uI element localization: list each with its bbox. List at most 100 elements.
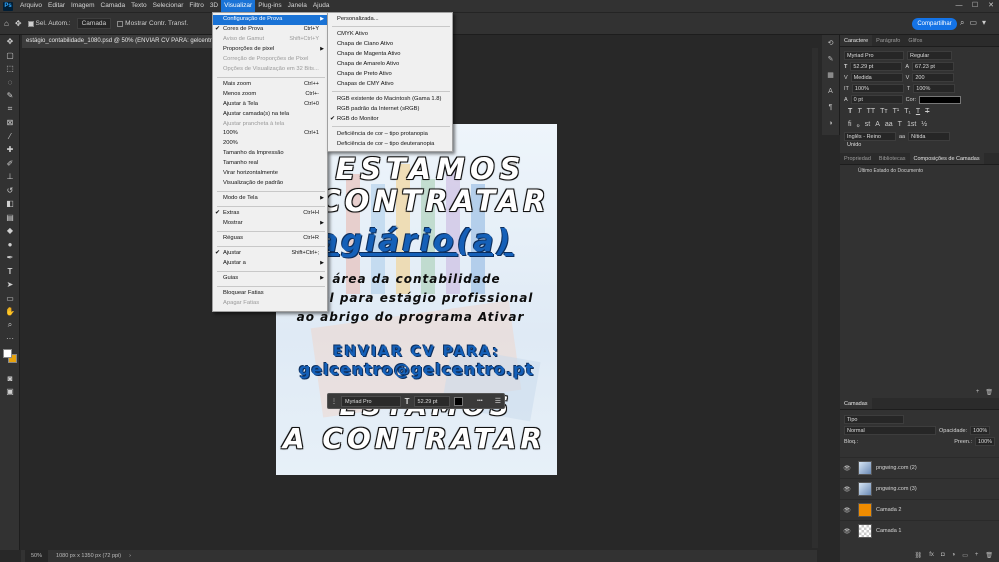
- menu-ajuda[interactable]: Ajuda: [310, 0, 333, 12]
- layer-row[interactable]: 👁 pngwing.com (2): [840, 457, 999, 478]
- crop-tool-icon[interactable]: ⌗: [0, 103, 20, 117]
- proof-submenu-item[interactable]: Chapas de CMY Ativo: [328, 79, 452, 89]
- tab-libraries[interactable]: Bibliotecas: [875, 153, 910, 164]
- dodge-tool-icon[interactable]: ●: [0, 238, 20, 252]
- fraction-half-icon[interactable]: ½: [921, 121, 927, 128]
- group-icon[interactable]: ▭: [962, 552, 968, 559]
- fractions-icon[interactable]: 1st: [907, 121, 916, 128]
- menu-janela[interactable]: Janela: [285, 0, 310, 12]
- minimize-icon[interactable]: —: [951, 0, 967, 12]
- view-menu-item[interactable]: 100% Ctrl+1: [213, 129, 327, 139]
- delete-comp-icon[interactable]: 🗑: [985, 389, 993, 398]
- view-menu-item[interactable]: Mostrar ▶: [213, 219, 327, 229]
- more-tools-icon[interactable]: ···: [0, 332, 20, 346]
- properties-icon[interactable]: ☰: [495, 397, 501, 405]
- zoom-level[interactable]: 50%: [25, 550, 49, 562]
- menu-imagem[interactable]: Imagem: [68, 0, 97, 12]
- swatches-icon[interactable]: ▦: [822, 67, 839, 83]
- history-icon[interactable]: ⟲: [822, 35, 839, 51]
- new-layer-icon[interactable]: +: [975, 552, 979, 558]
- vertical-scale-field[interactable]: 100%: [851, 84, 904, 93]
- blur-tool-icon[interactable]: ◆: [0, 224, 20, 238]
- move-tool-icon[interactable]: ✥: [0, 35, 20, 49]
- document-info[interactable]: 1080 px x 1350 px (72 ppi): [56, 550, 121, 562]
- font-size-field[interactable]: 52.29 pt: [850, 62, 903, 71]
- view-menu-item[interactable]: Réguas Ctrl+R: [213, 234, 327, 244]
- view-menu-item[interactable]: Ajustar à Tela Ctrl+0: [213, 100, 327, 110]
- proof-submenu-item[interactable]: Personalizada...: [328, 14, 452, 24]
- mask-icon[interactable]: ◘: [941, 552, 945, 558]
- adjustments-icon[interactable]: ◑: [822, 115, 839, 131]
- layer-row[interactable]: 👁 pngwing.com (3): [840, 478, 999, 499]
- marquee-tool-icon[interactable]: ⬚: [0, 62, 20, 76]
- view-menu-item[interactable]: Mais zoom Ctrl++: [213, 80, 327, 90]
- adjustment-layer-icon[interactable]: ◑: [952, 552, 956, 558]
- vertical-scrollbar[interactable]: [812, 48, 818, 548]
- menu-filtro[interactable]: Filtro: [186, 0, 206, 12]
- link-layers-icon[interactable]: ⛓: [915, 552, 923, 559]
- search-icon[interactable]: ⌕: [960, 18, 964, 28]
- auto-select-checkbox[interactable]: Sel. Autom.:: [27, 20, 71, 27]
- view-menu-item[interactable]: Extras ✔ Ctrl+H: [213, 209, 327, 219]
- font-family-field[interactable]: Myriad Pro: [844, 51, 904, 60]
- layer-row[interactable]: 👁 Camada 2: [840, 499, 999, 520]
- delete-layer-icon[interactable]: 🗑: [985, 552, 993, 559]
- swash-icon[interactable]: st: [865, 121, 870, 128]
- menu-plug-ins[interactable]: Plug-ins: [255, 0, 284, 12]
- small-caps-icon[interactable]: Tт: [880, 108, 887, 115]
- eraser-tool-icon[interactable]: ◧: [0, 197, 20, 211]
- language-field[interactable]: Inglês - Reino Unido: [844, 132, 896, 148]
- clone-stamp-icon[interactable]: ⊥: [0, 170, 20, 184]
- close-icon[interactable]: ✕: [983, 0, 999, 12]
- view-menu-item[interactable]: Bloquear Fatias: [213, 289, 327, 299]
- layer-comp-item[interactable]: Último Estado do Documento: [840, 165, 999, 177]
- tab-character[interactable]: Caractere: [840, 35, 873, 46]
- tab-properties[interactable]: Propriedad: [840, 153, 875, 164]
- zoom-tool-icon[interactable]: ⌕: [0, 319, 20, 333]
- drag-handle-icon[interactable]: ⋮: [331, 398, 337, 405]
- brush-tool-icon[interactable]: ✐: [0, 157, 20, 171]
- view-menu-item[interactable]: 200%: [213, 139, 327, 149]
- visibility-eye-icon[interactable]: 👁: [840, 528, 854, 535]
- move-tool-icon[interactable]: ✥: [15, 19, 22, 28]
- blend-mode-select[interactable]: Normal: [844, 426, 936, 435]
- leading-field[interactable]: 67.23 pt: [912, 62, 955, 71]
- ligature-icon[interactable]: fi: [848, 121, 852, 128]
- eyedropper-tool-icon[interactable]: ⁄: [0, 130, 20, 144]
- layer-kind-filter[interactable]: Tipo: [844, 415, 904, 424]
- fill-field[interactable]: 100%: [975, 437, 995, 446]
- paragraph-icon[interactable]: ¶: [822, 99, 839, 115]
- tab-glyphs[interactable]: Glifos: [904, 35, 926, 46]
- rectangle-tool-icon[interactable]: ▭: [0, 292, 20, 306]
- fx-icon[interactable]: fx: [929, 552, 934, 558]
- status-expand-icon[interactable]: ›: [129, 550, 131, 562]
- layer-name[interactable]: Camada 1: [876, 528, 901, 534]
- menu-camada[interactable]: Camada: [98, 0, 129, 12]
- opacity-field[interactable]: 100%: [970, 426, 991, 435]
- quick-mask-icon[interactable]: ◙: [0, 372, 20, 386]
- view-menu-item[interactable]: Tamanho real: [213, 159, 327, 169]
- menu-arquivo[interactable]: Arquivo: [17, 0, 45, 12]
- hand-tool-icon[interactable]: ✋: [0, 305, 20, 319]
- frame-tool-icon[interactable]: ⊠: [0, 116, 20, 130]
- proof-submenu-item[interactable]: Chapa de Magenta Ativo: [328, 49, 452, 59]
- proof-submenu-item[interactable]: Chapa de Ciano Ativo: [328, 39, 452, 49]
- view-menu-item[interactable]: Virar horizontalmente: [213, 169, 327, 179]
- proof-submenu-item[interactable]: CMYK Ativo: [328, 29, 452, 39]
- menu-editar[interactable]: Editar: [45, 0, 68, 12]
- old-style-icon[interactable]: ℴ: [857, 121, 860, 129]
- subscript-icon[interactable]: T₁: [904, 108, 911, 115]
- more-options-button[interactable]: •••: [477, 398, 483, 404]
- maximize-icon[interactable]: ☐: [967, 0, 983, 12]
- document-tab[interactable]: estágio_contabilidade_1080.psd @ 50% (EN…: [22, 35, 233, 48]
- antialias-field[interactable]: Nítida: [908, 132, 951, 141]
- font-size-field[interactable]: 52.29 pt: [413, 395, 451, 407]
- visibility-eye-icon[interactable]: 👁: [840, 486, 854, 493]
- proof-submenu-item[interactable]: RGB existente do Macintosh (Gama 1.8): [328, 94, 452, 104]
- underline-icon[interactable]: T: [916, 108, 920, 115]
- menu-selecionar[interactable]: Selecionar: [150, 0, 187, 12]
- screen-mode-icon[interactable]: ▣: [0, 385, 20, 399]
- view-menu-item[interactable]: Modo de Tela ▶: [213, 194, 327, 204]
- strikethrough-icon[interactable]: T: [925, 108, 929, 115]
- font-style-field[interactable]: Regular: [907, 51, 952, 60]
